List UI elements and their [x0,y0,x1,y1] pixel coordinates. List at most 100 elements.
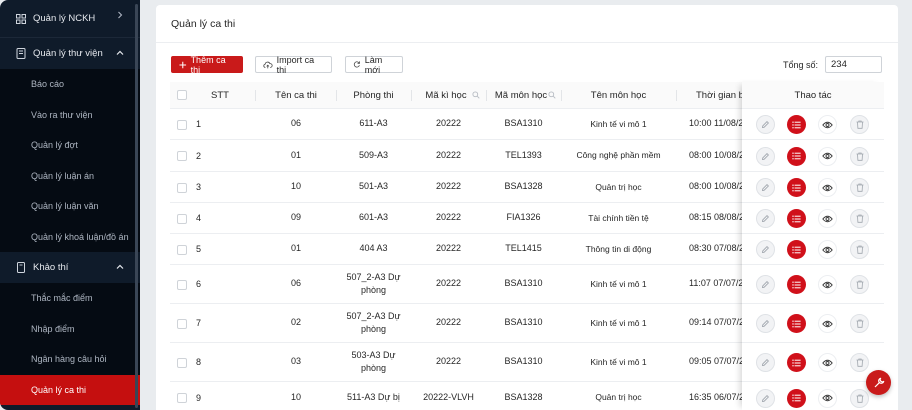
delete-button[interactable] [850,146,869,166]
sidebar-item-bao-cao[interactable]: Báo cáo [0,69,140,100]
edit-button[interactable] [756,178,775,197]
sidebar-item-quan-ly-luan-an[interactable]: Quản lý luận án [0,160,140,191]
cell-ma-mon-hoc: TEL1393 [505,149,542,160]
delete-button[interactable] [850,178,869,197]
edit-icon [761,358,770,367]
sidebar-item-quan-ly-ca-thi[interactable]: Quản lý ca thi [0,374,140,405]
details-button[interactable] [787,275,806,294]
eye-icon [822,152,833,160]
col-ma-ki-hoc: Mã kì học [425,90,467,101]
delete-button[interactable] [850,209,869,228]
row-checkbox[interactable] [177,244,187,255]
row-checkbox[interactable] [177,279,187,290]
details-button[interactable] [787,115,806,134]
main-panel: Quản lý ca thi Thêm ca thi Import ca thi… [156,5,898,410]
document-icon [15,262,27,274]
sidebar-item-thac-mac-diem[interactable]: Thắc mắc điểm [0,283,140,314]
edit-button[interactable] [756,314,775,333]
sidebar-item-nhap-diem[interactable]: Nhập điểm [0,313,140,344]
list-icon [792,246,801,254]
cell-phong-thi: 501-A3 [336,172,411,202]
edit-button[interactable] [756,388,775,408]
cell-ten-ca-thi: 02 [290,317,301,328]
delete-button[interactable] [850,388,869,408]
trash-icon [856,214,864,223]
cell-ten-mon-hoc: Công nghệ phần mềm [576,150,661,161]
cell-ten-mon-hoc: Kinh tế vi mô 1 [590,278,647,289]
list-icon [792,121,801,129]
cell-ma-ki-hoc: 20222 [435,278,462,289]
details-button[interactable] [787,209,806,228]
cell-ma-ki-hoc: 20222 [435,212,462,223]
col-stt: STT [211,90,229,101]
sidebar-item-ngan-hang-cau-hoi[interactable]: Ngân hàng câu hỏi [0,344,140,375]
view-button[interactable] [818,314,837,333]
sidebar-item-vao-ra-thu-vien[interactable]: Vào ra thư viện [0,99,140,130]
view-button[interactable] [818,115,837,134]
phong-thi-line: phòng [360,324,387,334]
trash-icon [856,120,864,129]
view-button[interactable] [818,178,837,197]
phong-thi-line: 509-A3 [358,149,389,160]
row-checkbox[interactable] [177,182,187,193]
row-checkbox[interactable] [177,318,187,329]
row-checkbox[interactable] [177,393,187,403]
edit-button[interactable] [756,209,775,228]
sidebar-scrollbar[interactable] [135,4,138,408]
edit-button[interactable] [756,146,775,166]
details-button[interactable] [787,353,806,372]
cell-phong-thi: 601-A3 [336,203,411,233]
sidebar-group-label: Khảo thí [33,262,69,273]
phong-thi-line: phòng [360,285,387,295]
details-button[interactable] [787,178,806,197]
delete-button[interactable] [850,314,869,333]
import-exam-button[interactable]: Import ca thi [255,55,332,75]
row-checkbox[interactable] [177,357,187,368]
total-count: 234 [825,56,882,73]
view-button[interactable] [818,146,837,166]
sidebar-group-khao-thi[interactable]: Khảo thí [0,252,140,283]
sidebar-item-quan-ly-luan-van[interactable]: Quản lý luận văn [0,191,140,222]
sidebar-item-quan-ly-khoa-luan[interactable]: Quản lý khoá luận/đồ án [0,221,140,252]
edit-button[interactable] [756,115,775,134]
settings-fab[interactable] [866,370,891,395]
details-button[interactable] [787,146,806,166]
edit-icon [761,120,770,129]
total-label: Tổng số: [783,60,819,70]
delete-button[interactable] [850,240,869,259]
cell-stt: 1 [196,119,202,129]
row-checkbox[interactable] [177,213,187,224]
select-all-checkbox[interactable] [177,90,187,100]
row-checkbox[interactable] [177,119,187,130]
cell-ten-mon-hoc: Kinh tế vi mô 1 [590,118,647,129]
details-button[interactable] [787,240,806,259]
view-button[interactable] [818,209,837,228]
sidebar-group-nckh[interactable]: Quản lý NCKH [0,0,140,37]
cell-ten-ca-thi: 10 [290,181,301,192]
view-button[interactable] [818,240,837,259]
book-icon [15,48,27,60]
details-button[interactable] [787,388,806,408]
action-column: Thao tác [742,82,884,410]
details-button[interactable] [787,314,806,333]
view-button[interactable] [818,388,837,408]
edit-button[interactable] [756,240,775,259]
view-button[interactable] [818,353,837,372]
delete-button[interactable] [850,353,869,372]
phong-thi-line: phòng [360,363,387,373]
edit-icon [761,183,770,192]
delete-button[interactable] [850,275,869,294]
refresh-button[interactable]: Làm mới [345,55,403,75]
delete-button[interactable] [850,115,869,134]
edit-button[interactable] [756,353,775,372]
view-button[interactable] [818,275,837,294]
edit-button[interactable] [756,275,775,294]
search-icon[interactable] [548,91,556,99]
action-row [742,172,884,203]
action-row [742,343,884,382]
sidebar-group-thu-vien[interactable]: Quản lý thư viện [0,38,140,69]
sidebar-item-quan-ly-dot[interactable]: Quản lý đợt [0,130,140,161]
search-icon[interactable] [472,91,480,99]
row-checkbox[interactable] [177,151,187,161]
add-exam-button[interactable]: Thêm ca thi [171,55,243,75]
